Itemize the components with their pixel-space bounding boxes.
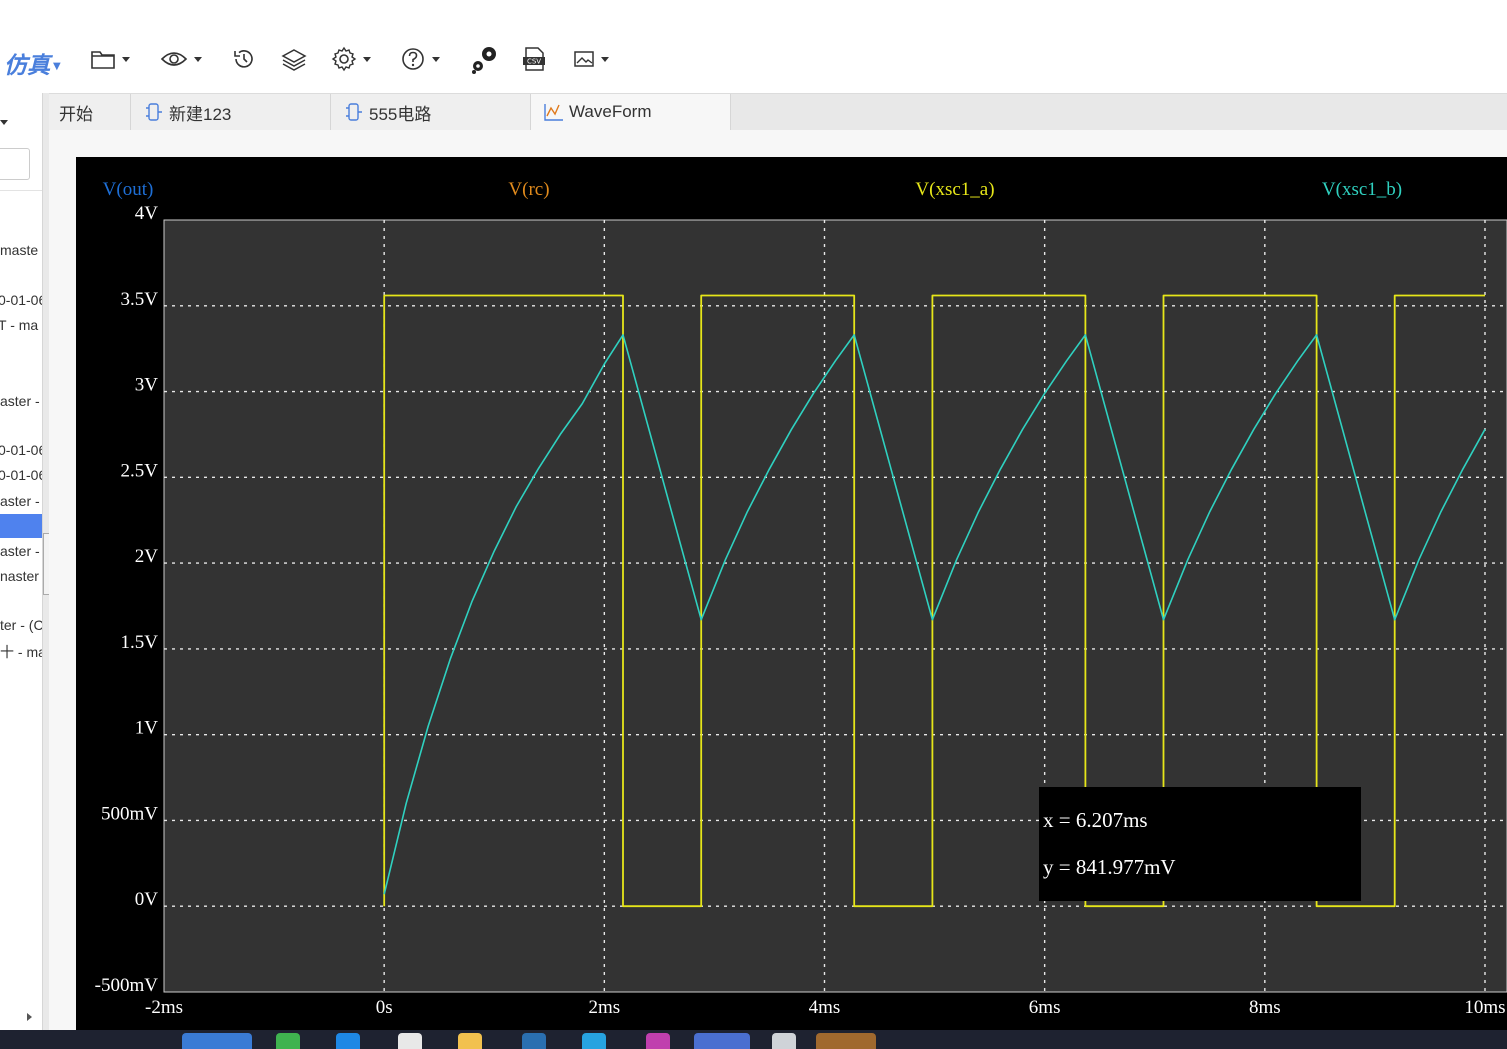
taskbar-app[interactable]: [458, 1033, 482, 1049]
export-image-button[interactable]: [573, 46, 609, 72]
tree-item[interactable]: aster -: [0, 393, 40, 409]
open-folder-button[interactable]: [90, 46, 130, 72]
tree-item-selected[interactable]: [0, 514, 42, 538]
legend-item: V(xsc1_b): [1322, 179, 1402, 200]
image-icon: [574, 51, 594, 67]
taskbar-app[interactable]: [772, 1033, 796, 1049]
tree-search-input[interactable]: [0, 148, 30, 180]
tab-label: WaveForm: [569, 102, 652, 121]
cursor-tooltip-box: [1039, 787, 1361, 901]
x-tick-label: 2ms: [588, 997, 620, 1018]
taskbar-app[interactable]: [582, 1033, 606, 1049]
folder-icon: [91, 51, 115, 69]
x-tick-label: 4ms: [809, 997, 841, 1018]
divider: [0, 190, 42, 191]
legend-item: V(rc): [508, 179, 549, 200]
export-csv-button[interactable]: CSV: [522, 46, 546, 72]
y-tick-label: 0V: [135, 889, 159, 910]
layers-button[interactable]: [281, 46, 307, 72]
schematic-icon: [345, 102, 363, 122]
chevron-down-icon: [122, 56, 130, 62]
tab-label: 新建123: [169, 104, 232, 124]
main-toolbar: 仿真 ▼ CSV: [0, 38, 1507, 82]
tab-label: 开始: [59, 104, 93, 124]
taskbar-app[interactable]: [522, 1033, 546, 1049]
cursor-y-readout: y = 841.977mV: [1043, 855, 1176, 879]
tab-start[interactable]: 开始: [49, 94, 131, 130]
y-tick-label: 3V: [135, 375, 159, 396]
simulate-menu[interactable]: 仿真 ▼: [4, 46, 61, 80]
tree-item[interactable]: maste: [0, 242, 38, 258]
tree-item[interactable]: 0-01-06: [0, 292, 42, 308]
taskbar-app[interactable]: [816, 1033, 876, 1049]
y-tick-label: 3.5V: [121, 289, 159, 310]
waveform-plot[interactable]: 4V 3.5V 3V 2.5V 2V 1.5V 1V 500mV 0V -500mV -2ms 0s 2…: [76, 157, 1507, 1030]
view-button[interactable]: [160, 46, 202, 72]
y-tick-label: 1V: [135, 718, 159, 739]
cursor-tooltip: x = 6.207ms y = 841.977mV: [1039, 787, 1361, 901]
chevron-down-icon: ▼: [53, 61, 61, 72]
waveform-icon: [543, 102, 565, 122]
legend-item: V(out): [103, 179, 154, 200]
history-icon: [234, 50, 253, 68]
cursor-x-readout: x = 6.207ms: [1043, 808, 1148, 832]
tree-item[interactable]: aster -: [0, 493, 40, 509]
help-button[interactable]: [400, 46, 440, 72]
y-tick-label: 1.5V: [121, 632, 159, 653]
chevron-down-icon: [194, 56, 202, 62]
chevron-down-icon: [601, 56, 609, 62]
y-tick-label: 2.5V: [121, 460, 159, 481]
x-tick-label: -2ms: [145, 997, 183, 1018]
history-button[interactable]: [232, 46, 256, 72]
schematic-icon: [145, 102, 163, 122]
y-tick-label: -500mV: [95, 975, 159, 996]
tab-label: 555电路: [369, 104, 432, 124]
tree-item[interactable]: 十 - ma: [0, 642, 42, 662]
project-tree-panel: maste 0-01-06 T - ma aster - 0-01-06 0-0…: [0, 93, 42, 1030]
tab-555-circuit[interactable]: 555电路: [331, 94, 531, 130]
tree-item[interactable]: 0-01-06: [0, 467, 42, 483]
tree-item[interactable]: 0-01-06: [0, 442, 42, 458]
help-icon: [402, 48, 424, 70]
tree-item[interactable]: aster -: [0, 543, 40, 559]
taskbar-app[interactable]: [336, 1033, 360, 1049]
chevron-down-icon: [363, 56, 371, 62]
eye-icon: [160, 52, 188, 66]
csv-label: CSV: [527, 58, 541, 66]
os-taskbar: [0, 1030, 1507, 1049]
simulate-menu-label: 仿真: [4, 53, 50, 79]
settings-icon: [331, 46, 357, 72]
taskbar-app[interactable]: [694, 1033, 750, 1049]
chevron-down-icon: [432, 56, 440, 62]
scroll-right-arrow-icon[interactable]: [27, 1013, 32, 1021]
y-tick-label: 4V: [135, 203, 159, 224]
tree-item[interactable]: ter - (C: [0, 617, 42, 633]
x-tick-label: 0s: [376, 997, 393, 1018]
tree-item[interactable]: naster: [0, 568, 39, 584]
taskbar-app[interactable]: [276, 1033, 300, 1049]
taskbar-app[interactable]: [646, 1033, 670, 1049]
layers-icon: [281, 49, 307, 71]
csv-export-icon: CSV: [523, 47, 545, 71]
x-tick-label: 6ms: [1029, 997, 1061, 1018]
taskbar-app[interactable]: [182, 1033, 252, 1049]
taskbar-app[interactable]: [398, 1033, 422, 1049]
y-tick-label: 2V: [135, 546, 159, 567]
tab-new123[interactable]: 新建123: [131, 94, 331, 130]
x-tick-label: 10ms: [1464, 997, 1505, 1018]
tab-bar: 开始 新建123 555电路 WaveForm: [49, 93, 1507, 131]
settings-button[interactable]: [331, 46, 371, 72]
tree-item[interactable]: T - ma: [0, 317, 38, 333]
legend-item: V(xsc1_a): [915, 179, 994, 200]
run-analysis-button[interactable]: [470, 46, 500, 74]
waveform-chart[interactable]: 4V 3.5V 3V 2.5V 2V 1.5V 1V 500mV 0V -500mV-2ms 0s 2…: [76, 157, 1507, 1030]
x-tick-label: 8ms: [1249, 997, 1281, 1018]
chevron-down-icon[interactable]: [0, 120, 8, 125]
gears-icon: [472, 47, 496, 74]
tab-waveform[interactable]: WaveForm: [531, 94, 731, 130]
y-tick-label: 500mV: [101, 803, 158, 824]
